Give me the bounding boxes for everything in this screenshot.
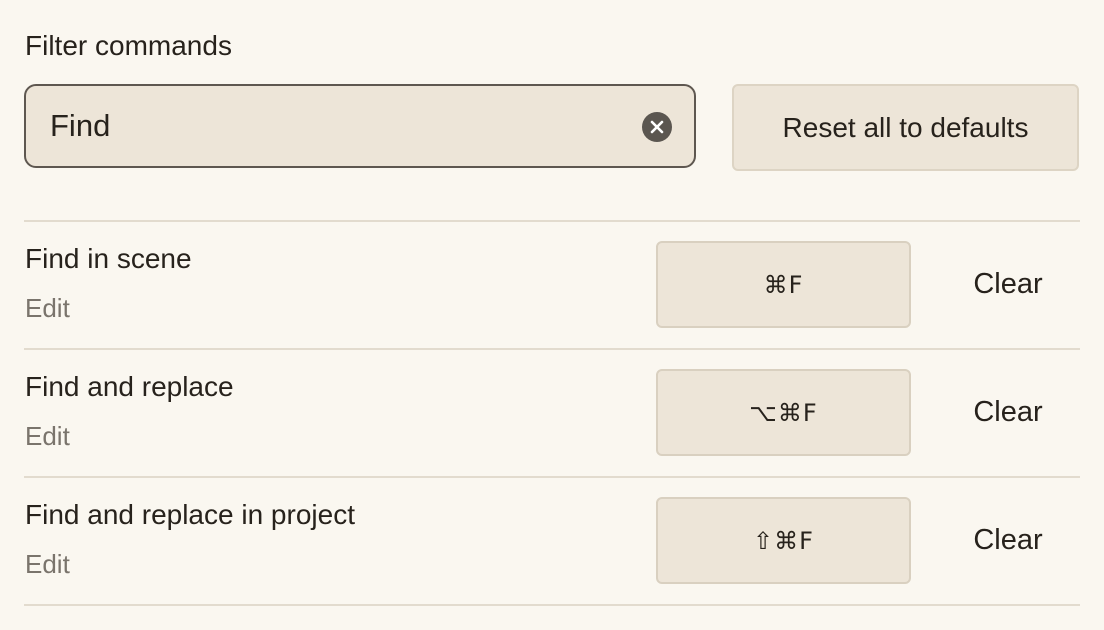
filter-search-input[interactable] [50, 86, 640, 166]
clear-search-icon[interactable] [642, 112, 672, 142]
clear-shortcut-button[interactable]: Clear [940, 369, 1076, 456]
filter-commands-label: Filter commands [25, 30, 232, 61]
command-name: Find and replace [25, 371, 234, 402]
shortcut-button[interactable]: ⇧⌘F [656, 497, 911, 584]
shortcut-button[interactable]: ⌥⌘F [656, 369, 911, 456]
filter-search-field[interactable] [24, 84, 696, 168]
command-name: Find and replace in project [25, 499, 355, 530]
command-category: Edit [25, 549, 70, 579]
shortcut-button[interactable]: ⌘F [656, 241, 911, 328]
command-name: Find in scene [25, 243, 192, 274]
divider [24, 604, 1080, 606]
clear-shortcut-button[interactable]: Clear [940, 241, 1076, 328]
close-icon [650, 120, 664, 134]
command-row: Find and replace Edit ⌥⌘F Clear [0, 349, 1104, 475]
command-row: Find in scene Edit ⌘F Clear [0, 221, 1104, 347]
clear-shortcut-button[interactable]: Clear [940, 497, 1076, 584]
command-category: Edit [25, 421, 70, 451]
reset-all-to-defaults-button[interactable]: Reset all to defaults [732, 84, 1079, 171]
command-row: Find and replace in project Edit ⇧⌘F Cle… [0, 477, 1104, 603]
command-category: Edit [25, 293, 70, 323]
